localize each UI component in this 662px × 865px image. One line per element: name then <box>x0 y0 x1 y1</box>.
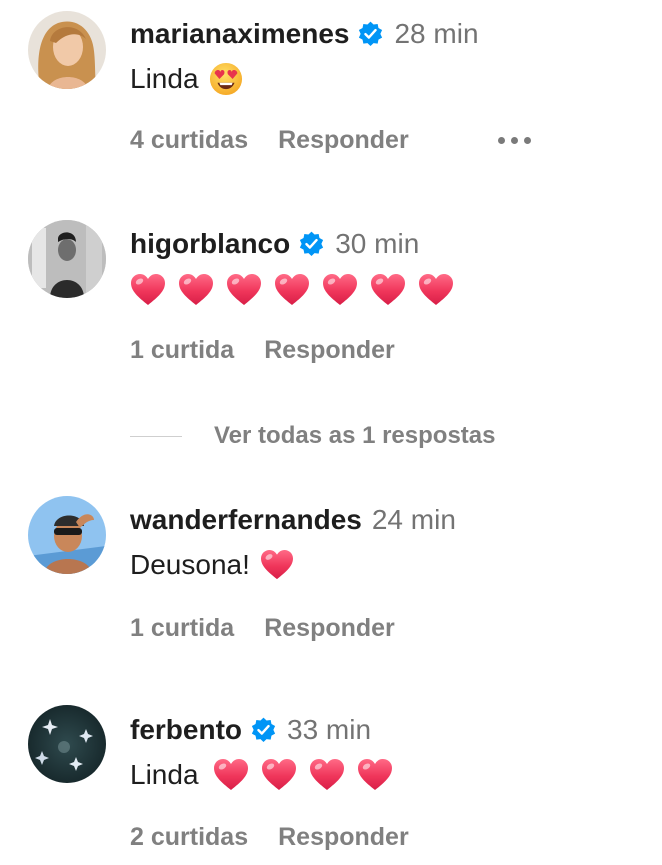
comment-text: Deusona! <box>130 545 294 585</box>
likes-count[interactable]: 2 curtidas <box>130 823 248 852</box>
pink-heart-icon <box>226 273 262 307</box>
timestamp: 24 min <box>371 504 456 535</box>
more-dot <box>511 136 518 144</box>
likes-count[interactable]: 1 curtida <box>130 336 234 365</box>
hearts-row <box>130 273 466 307</box>
star-struck-emoji-icon <box>209 62 242 96</box>
reply-button[interactable]: Responder <box>264 336 395 365</box>
likes-count[interactable]: 4 curtidas <box>130 126 248 155</box>
verified-badge-icon <box>357 21 384 48</box>
comment-text-content: Linda <box>130 759 199 790</box>
view-replies-label: Ver todas as 1 respostas <box>214 422 496 449</box>
username[interactable]: higorblanco <box>130 228 290 260</box>
replies-divider <box>130 435 182 437</box>
comment-text-content: Linda <box>130 63 199 94</box>
hearts-row <box>213 758 405 792</box>
comment-text: Linda <box>130 755 405 795</box>
username[interactable]: marianaximenes <box>130 18 349 50</box>
likes-count[interactable]: 1 curtida <box>130 614 234 643</box>
verified-badge-icon <box>298 231 325 258</box>
pink-heart-icon <box>261 758 297 792</box>
pink-heart-icon <box>370 273 406 307</box>
view-replies-button[interactable]: Ver todas as 1 respostas <box>130 419 495 453</box>
pink-heart-icon <box>178 273 214 307</box>
avatar[interactable] <box>28 220 106 298</box>
more-dot <box>524 136 531 144</box>
pink-heart-icon <box>213 758 249 792</box>
timestamp: 30 min <box>335 228 420 259</box>
comment-text-content: Deusona! <box>130 549 250 580</box>
pink-heart-icon <box>130 273 166 307</box>
pink-heart-icon <box>309 758 345 792</box>
more-options-button[interactable] <box>498 123 531 157</box>
avatar[interactable] <box>28 705 106 783</box>
reply-button[interactable]: Responder <box>278 823 409 852</box>
verified-badge-icon <box>250 717 277 744</box>
pink-heart-icon <box>274 273 310 307</box>
timestamp: 28 min <box>394 18 479 49</box>
username[interactable]: ferbento <box>130 714 242 746</box>
reply-button[interactable]: Responder <box>264 614 395 643</box>
avatar[interactable] <box>28 11 106 89</box>
more-dot <box>498 136 505 144</box>
reply-button[interactable]: Responder <box>278 126 409 155</box>
pink-heart-icon <box>357 758 393 792</box>
pink-heart-icon <box>418 273 454 307</box>
pink-heart-icon <box>322 273 358 307</box>
comment-text <box>130 270 466 310</box>
comment-text: Linda <box>130 59 243 99</box>
timestamp: 33 min <box>287 714 372 745</box>
pink-heart-icon <box>260 549 294 581</box>
username[interactable]: wanderfernandes <box>130 504 362 536</box>
avatar[interactable] <box>28 496 106 574</box>
